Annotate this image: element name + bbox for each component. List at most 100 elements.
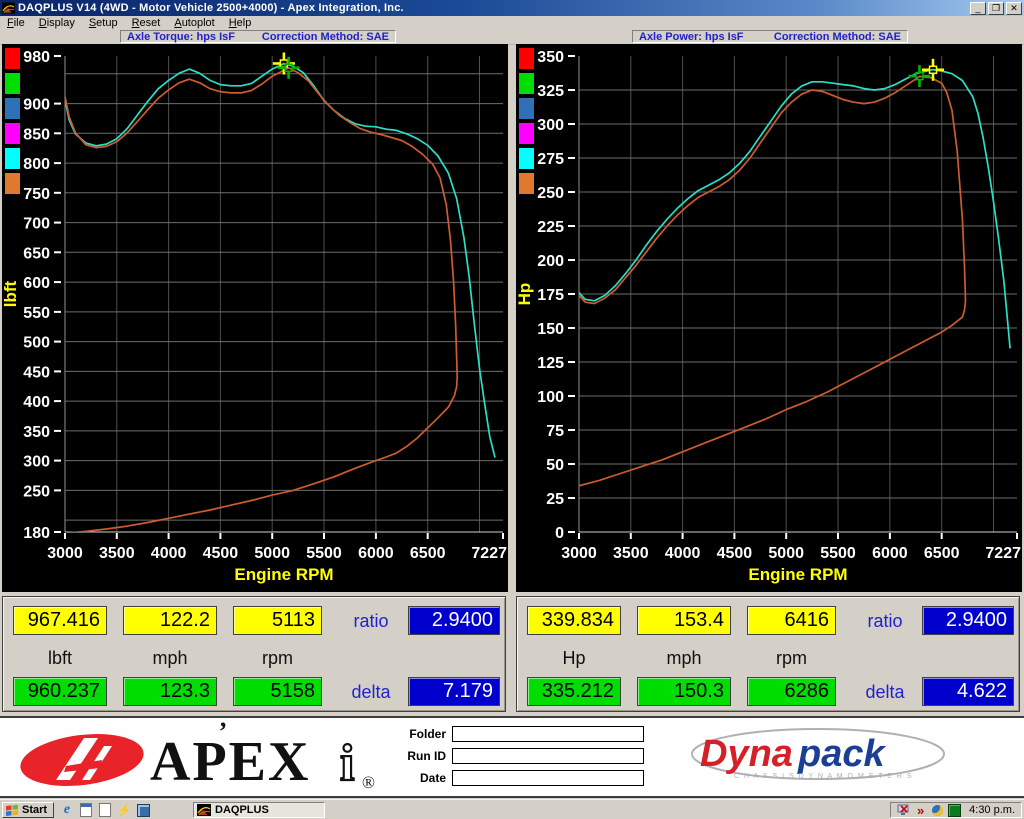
power-cursor-value: 339.834 <box>527 606 621 635</box>
y-tick-label: 850 <box>23 126 50 143</box>
legend-swatch-1 <box>5 73 20 94</box>
legend-swatch-5 <box>519 173 534 194</box>
power-correction-method: Correction Method: SAE <box>774 31 901 43</box>
y-tick-label: 700 <box>23 216 50 233</box>
y-tick-label: 980 <box>23 49 50 66</box>
window-title: DAQPLUS V14 (4WD - Motor Vehicle 2500+40… <box>18 2 404 14</box>
menu-file[interactable]: File <box>0 17 32 29</box>
torque-cursor-mph: 122.2 <box>123 606 217 635</box>
y-tick-label: 200 <box>537 253 564 270</box>
power-cursor-rpm: 6416 <box>747 606 836 635</box>
run-id-input[interactable] <box>452 748 644 764</box>
menu-display[interactable]: Display <box>32 17 82 29</box>
outlook-page-icon[interactable] <box>98 803 112 817</box>
restore-button[interactable]: ❐ <box>988 2 1004 15</box>
messenger-icon[interactable] <box>136 803 150 817</box>
date-input[interactable] <box>452 770 644 786</box>
x-tick-label: 7227 <box>471 545 507 562</box>
y-tick-label: 300 <box>537 117 564 134</box>
x-tick-label: 6500 <box>410 545 446 562</box>
power-unit-label: Hp <box>527 646 621 670</box>
y-tick-label: 125 <box>537 355 564 372</box>
y-tick-label: 750 <box>23 186 50 203</box>
y-tick-label: 50 <box>546 457 564 474</box>
torque-cursor-rpm: 5113 <box>233 606 322 635</box>
x-tick-label: 3500 <box>613 545 649 562</box>
x-tick-label: 6500 <box>924 545 960 562</box>
daqplus-app-icon <box>197 804 211 816</box>
legend-swatch-2 <box>5 98 20 119</box>
start-button[interactable]: Start <box>2 802 54 818</box>
torque-chart-header: Axle Torque: hps IsF Correction Method: … <box>120 30 396 43</box>
legend-swatch-4 <box>5 148 20 169</box>
power-cursor-mph: 153.4 <box>637 606 731 635</box>
menu-bar: File Display Setup Reset Autoplot Help <box>0 16 1024 29</box>
dynapack-logo: Dyna pack C H A S S I S D Y N A M O M E … <box>686 726 950 788</box>
y-tick-label: 225 <box>537 219 564 236</box>
y-tick-label: 900 <box>23 97 50 114</box>
power-ratio-value: 2.9400 <box>922 606 1014 635</box>
y-tick-label: 100 <box>537 389 564 406</box>
close-button[interactable]: ✕ <box>1006 2 1022 15</box>
legend-swatch-1 <box>519 73 534 94</box>
y-tick-label: 180 <box>23 525 50 542</box>
x-tick-label: 7227 <box>985 545 1021 562</box>
torque-delta-value: 7.179 <box>408 677 500 706</box>
y-tick-label: 350 <box>23 424 50 441</box>
y-tick-label: 0 <box>555 525 564 542</box>
series-power-run-cyan <box>579 70 1010 349</box>
folder-input[interactable] <box>452 726 644 742</box>
y-tick-label: 600 <box>23 275 50 292</box>
series-torque-run-orange <box>65 68 457 533</box>
torque-chart-canvas[interactable]: 9809008508007507006506005505004504003503… <box>2 44 508 592</box>
x-tick-label: 4000 <box>665 545 701 562</box>
rpm-unit-label: rpm <box>747 646 836 670</box>
legend-swatch-4 <box>519 148 534 169</box>
x-axis-label: Engine RPM <box>748 565 847 584</box>
display-error-icon[interactable] <box>897 804 910 817</box>
power-chart-panel: 3503253002752502252001751501251007550250… <box>516 44 1022 592</box>
task-button-label: DAQPLUS <box>215 804 269 816</box>
speed-unit-label: mph <box>123 646 217 670</box>
y-tick-label: 300 <box>23 454 50 471</box>
title-bar[interactable]: DAQPLUS V14 (4WD - Motor Vehicle 2500+40… <box>0 0 1024 16</box>
x-tick-label: 5000 <box>254 545 290 562</box>
torque-chart-title: Axle Torque: hps IsF <box>127 31 235 43</box>
media-player-icon[interactable]: ⚡ <box>117 803 131 817</box>
minimize-button[interactable]: _ <box>970 2 986 15</box>
dynapack-word-blue: pack <box>797 733 886 775</box>
menu-autoplot[interactable]: Autoplot <box>167 17 221 29</box>
clock[interactable]: 4:30 p.m. <box>969 804 1015 816</box>
y-tick-label: 400 <box>23 394 50 411</box>
globe-connection-icon[interactable] <box>931 804 944 817</box>
apex-wordmark: APEX <box>150 731 310 793</box>
daqplus-task-button[interactable]: DAQPLUS <box>193 802 325 818</box>
taskbar: Start e ⚡ DAQPLUS <box>0 799 1024 819</box>
incoming-arrows-icon[interactable]: » <box>914 804 927 817</box>
show-desktop-icon[interactable] <box>79 803 93 817</box>
network-icon[interactable] <box>948 804 961 817</box>
power-chart-canvas[interactable]: 3503253002752502252001751501251007550250… <box>516 44 1022 592</box>
menu-setup[interactable]: Setup <box>82 17 125 29</box>
dynapack-tagline: C H A S S I S D Y N A M O M E T E R S <box>734 773 913 780</box>
quick-launch-bar: e ⚡ <box>60 802 150 818</box>
x-tick-label: 6000 <box>872 545 908 562</box>
daqplus-app-icon <box>2 2 15 14</box>
y-tick-label: 25 <box>546 491 564 508</box>
rpm-unit-label: rpm <box>233 646 322 670</box>
y-tick-label: 350 <box>537 49 564 66</box>
branding-strip: ’ APEX i ® Folder Run ID Date Dyna pack … <box>0 716 1024 798</box>
start-label: Start <box>22 804 47 816</box>
menu-help[interactable]: Help <box>222 17 259 29</box>
y-axis-label: Hp <box>516 283 534 306</box>
run-info-form: Folder Run ID Date <box>382 726 644 792</box>
x-tick-label: 5500 <box>820 545 856 562</box>
menu-reset[interactable]: Reset <box>125 17 168 29</box>
power-readout-panel: 339.834 153.4 6416 ratio 2.9400 Hp mph r… <box>516 596 1020 712</box>
internet-explorer-icon[interactable]: e <box>60 803 74 817</box>
power-delta-label: delta <box>853 682 917 703</box>
registered-mark-icon: ® <box>362 773 375 792</box>
y-tick-label: 650 <box>23 245 50 262</box>
y-tick-label: 175 <box>537 287 564 304</box>
legend-swatch-5 <box>5 173 20 194</box>
